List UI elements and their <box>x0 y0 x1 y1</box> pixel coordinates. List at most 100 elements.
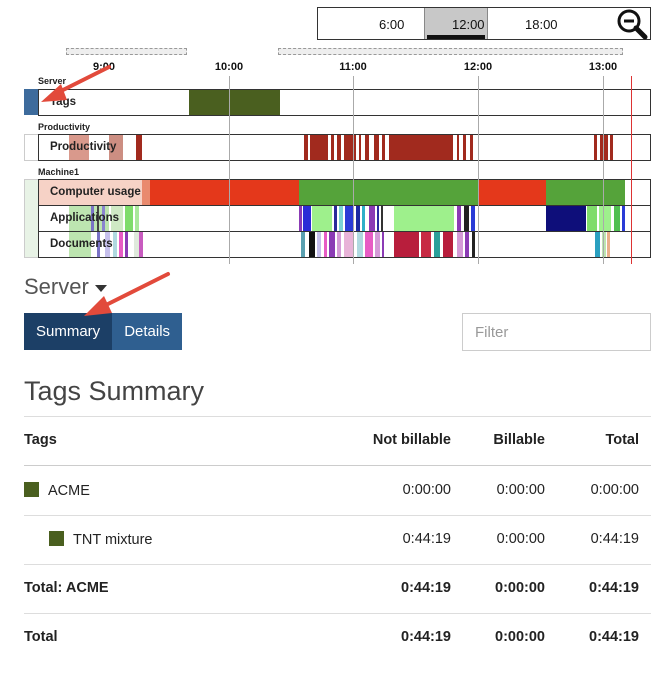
activity-segment <box>135 206 139 232</box>
activity-segment <box>303 206 311 232</box>
activity-segment <box>457 135 459 160</box>
view-tabs: Summary Details <box>24 313 183 350</box>
activity-segment <box>472 232 475 257</box>
server-dropdown[interactable]: Server <box>24 274 107 300</box>
timeline-scroll-handle-left[interactable] <box>66 48 187 55</box>
activity-segment <box>362 206 365 232</box>
tab-details[interactable]: Details <box>112 313 183 350</box>
activity-segment <box>600 135 608 160</box>
divider <box>24 613 651 614</box>
group-total-label: Total: ACME <box>24 580 109 596</box>
billable-value: 0:00:00 <box>495 629 545 645</box>
not-billable-value: 0:44:19 <box>401 580 451 596</box>
divider <box>24 515 651 516</box>
activity-segment <box>125 232 128 257</box>
activity-segment <box>465 232 469 257</box>
hour-gridline <box>478 76 479 264</box>
hour-label-11: 11:00 <box>339 61 367 73</box>
tab-summary[interactable]: Summary <box>24 313 113 350</box>
current-time-line <box>631 76 632 264</box>
page-title: Tags Summary <box>24 376 205 406</box>
activity-segment <box>125 206 133 232</box>
hour-label-12: 12:00 <box>463 61 493 73</box>
server-dropdown-label: Server <box>24 274 89 299</box>
activity-segment <box>299 206 302 232</box>
activity-segment <box>329 232 335 257</box>
filter-input[interactable] <box>462 313 651 351</box>
total-value: 0:44:19 <box>590 531 639 547</box>
not-billable-value: 0:44:19 <box>402 531 451 547</box>
group-label-machine: Machine1 <box>38 167 80 177</box>
activity-segment <box>546 206 586 232</box>
activity-segment <box>394 206 454 232</box>
table-row[interactable]: TNT mixture 0:44:19 0:00:00 0:44:19 <box>24 531 639 551</box>
tag-name: ACME <box>48 483 90 499</box>
activity-segment <box>389 135 453 160</box>
activity-segment <box>359 135 361 160</box>
overview-label-6: 6:00 <box>379 17 405 32</box>
activity-segment <box>443 232 453 257</box>
table-header: Tags Not billable Billable Total <box>24 432 639 452</box>
hour-gridline <box>229 76 230 264</box>
documents-track-label: Documents <box>50 238 113 250</box>
usage-segment <box>150 180 299 206</box>
productivity-track[interactable] <box>38 134 651 161</box>
activity-segment <box>374 135 379 160</box>
activity-segment <box>304 135 308 160</box>
activity-segment <box>310 135 328 160</box>
caret-down-icon <box>94 284 107 292</box>
activity-segment <box>344 135 356 160</box>
activity-segment <box>309 232 315 257</box>
tags-track[interactable] <box>38 89 651 116</box>
computer-usage-track-label: Computer usage <box>50 186 141 198</box>
timeline-scroll-handle-right[interactable] <box>278 48 623 55</box>
activity-segment <box>375 232 380 257</box>
activity-segment <box>382 135 385 160</box>
activity-segment <box>595 232 600 257</box>
activity-segment <box>357 232 363 257</box>
billable-value: 0:00:00 <box>496 482 545 498</box>
table-row[interactable]: ACME 0:00:00 0:00:00 0:00:00 <box>24 482 639 502</box>
activity-segment <box>365 232 373 257</box>
activity-segment <box>339 206 343 232</box>
tag-segment[interactable] <box>189 90 280 115</box>
header-total: Total <box>605 432 639 448</box>
tag-name: TNT mixture <box>73 532 153 548</box>
tags-track-label: Tags <box>50 96 76 108</box>
activity-segment <box>312 206 332 232</box>
activity-segment <box>345 206 353 232</box>
zoom-out-icon[interactable] <box>616 8 648 40</box>
usage-segment <box>142 180 150 206</box>
activity-segment <box>136 135 142 160</box>
activity-segment <box>337 232 341 257</box>
activity-segment <box>434 232 440 257</box>
activity-segment <box>337 135 341 160</box>
group-label-server: Server <box>38 76 67 86</box>
activity-segment <box>301 232 305 257</box>
hour-label-10: 10:00 <box>214 61 244 73</box>
tag-color-swatch <box>24 482 39 497</box>
documents-track[interactable] <box>38 231 651 258</box>
group-label-productivity: Productivity <box>38 122 91 132</box>
tags-row-selector[interactable] <box>24 89 39 115</box>
activity-segment <box>457 206 461 232</box>
overview-label-12: 12:00 <box>452 17 485 32</box>
activity-segment <box>421 232 431 257</box>
machine-row-gutter <box>24 179 38 258</box>
divider <box>24 564 651 565</box>
activity-segment <box>365 135 369 160</box>
activity-segment <box>464 206 469 232</box>
applications-track[interactable] <box>38 205 651 232</box>
activity-segment <box>377 206 379 232</box>
activity-segment <box>599 206 611 232</box>
header-tags: Tags <box>24 432 57 448</box>
grand-total-row: Total 0:44:19 0:00:00 0:44:19 <box>24 629 639 649</box>
total-value: 0:44:19 <box>589 629 639 645</box>
divider <box>24 465 651 466</box>
divider <box>24 416 651 417</box>
usage-segment <box>546 180 625 206</box>
overview-timeline[interactable]: 6:00 12:00 18:00 <box>317 7 651 40</box>
activity-segment <box>622 206 625 232</box>
activity-segment <box>139 232 143 257</box>
activity-segment <box>607 232 610 257</box>
